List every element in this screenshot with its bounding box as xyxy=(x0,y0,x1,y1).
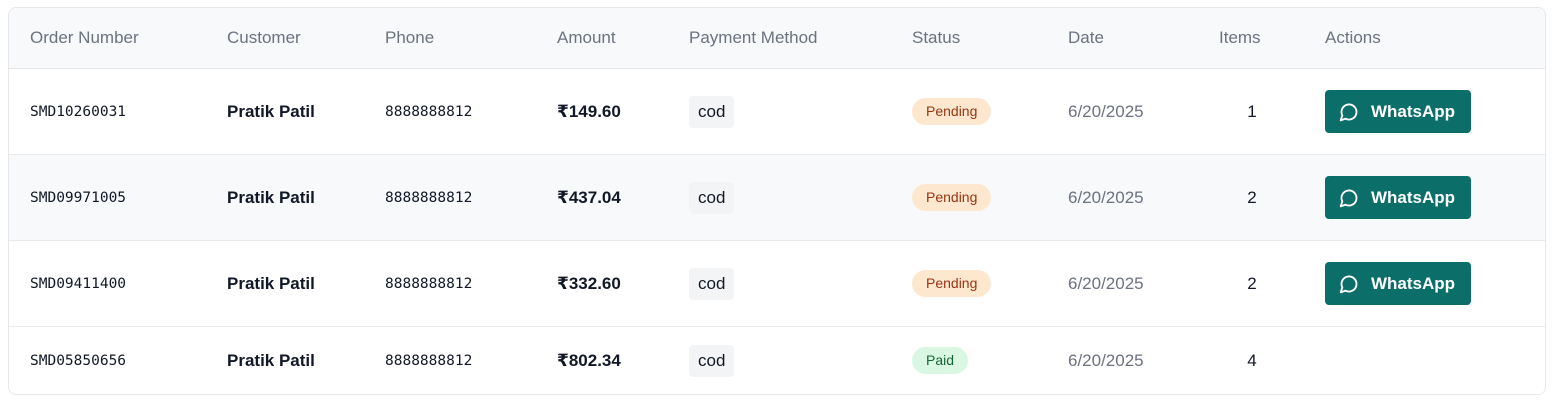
payment-method-cell: cod xyxy=(689,241,735,326)
actions-cell: WhatsApp xyxy=(1325,155,1472,240)
header-customer[interactable]: Customer xyxy=(227,8,301,68)
order-number: SMD09411400 xyxy=(30,275,127,292)
status-cell: Paid xyxy=(912,327,969,394)
items-count: 2 xyxy=(1247,187,1257,207)
customer-name: Pratik Patil xyxy=(227,273,315,293)
status-badge: Pending xyxy=(912,270,992,297)
header-actions: Actions xyxy=(1325,28,1381,47)
payment-method-cell: cod xyxy=(689,155,735,240)
whatsapp-button-label: WhatsApp xyxy=(1371,187,1456,207)
phone-number: 8888888812 xyxy=(385,189,473,206)
items-count: 1 xyxy=(1247,101,1257,121)
table-row[interactable]: SMD10260031 Pratik Patil 8888888812 ₹149… xyxy=(9,69,1545,155)
payment-method-pill: cod xyxy=(689,344,735,377)
status-badge: Paid xyxy=(912,347,969,374)
header-payment-method[interactable]: Payment Method xyxy=(689,8,818,68)
phone-number: 8888888812 xyxy=(385,275,473,292)
order-date: 6/20/2025 xyxy=(1068,350,1144,370)
payment-method-cell: cod xyxy=(689,327,735,394)
status-cell: Pending xyxy=(912,69,992,154)
whatsapp-button[interactable]: WhatsApp xyxy=(1325,90,1472,133)
table-row[interactable]: SMD09971005 Pratik Patil 8888888812 ₹437… xyxy=(9,155,1545,241)
orders-table: Order Number Customer Phone Amount Payme… xyxy=(8,7,1546,395)
header-order-number[interactable]: Order Number xyxy=(30,8,139,68)
payment-method-pill: cod xyxy=(689,181,735,214)
order-amount: ₹802.34 xyxy=(557,350,621,370)
status-badge: Pending xyxy=(912,184,992,211)
table-header: Order Number Customer Phone Amount Payme… xyxy=(9,8,1545,69)
actions-cell: WhatsApp xyxy=(1325,241,1472,326)
order-date: 6/20/2025 xyxy=(1068,187,1144,207)
order-number: SMD09971005 xyxy=(30,189,127,206)
chat-bubble-icon xyxy=(1339,274,1359,294)
customer-name: Pratik Patil xyxy=(227,187,315,207)
order-number: SMD10260031 xyxy=(30,103,127,120)
order-amount: ₹149.60 xyxy=(557,101,621,121)
items-count: 4 xyxy=(1247,350,1257,370)
table-row[interactable]: SMD09411400 Pratik Patil 8888888812 ₹332… xyxy=(9,241,1545,327)
payment-method-cell: cod xyxy=(689,69,735,154)
whatsapp-button[interactable]: WhatsApp xyxy=(1325,176,1472,219)
phone-number: 8888888812 xyxy=(385,352,473,369)
customer-name: Pratik Patil xyxy=(227,101,315,121)
order-date: 6/20/2025 xyxy=(1068,101,1144,121)
chat-bubble-icon xyxy=(1339,188,1359,208)
status-badge: Pending xyxy=(912,98,992,125)
header-items[interactable]: Items xyxy=(1219,8,1261,68)
order-date: 6/20/2025 xyxy=(1068,273,1144,293)
header-date[interactable]: Date xyxy=(1068,8,1104,68)
payment-method-pill: cod xyxy=(689,95,735,128)
customer-name: Pratik Patil xyxy=(227,350,315,370)
header-amount[interactable]: Amount xyxy=(557,8,616,68)
phone-number: 8888888812 xyxy=(385,103,473,120)
whatsapp-button-label: WhatsApp xyxy=(1371,273,1456,293)
order-amount: ₹437.04 xyxy=(557,187,621,207)
payment-method-pill: cod xyxy=(689,267,735,300)
items-count: 2 xyxy=(1247,273,1257,293)
whatsapp-button[interactable]: WhatsApp xyxy=(1325,262,1472,305)
order-amount: ₹332.60 xyxy=(557,273,621,293)
header-phone[interactable]: Phone xyxy=(385,8,434,68)
status-cell: Pending xyxy=(912,241,992,326)
order-number: SMD05850656 xyxy=(30,352,127,369)
chat-bubble-icon xyxy=(1339,102,1359,122)
actions-cell: WhatsApp xyxy=(1325,69,1472,154)
status-cell: Pending xyxy=(912,155,992,240)
whatsapp-button-label: WhatsApp xyxy=(1371,101,1456,121)
table-row[interactable]: SMD05850656 Pratik Patil 8888888812 ₹802… xyxy=(9,327,1545,394)
header-status[interactable]: Status xyxy=(912,8,960,68)
